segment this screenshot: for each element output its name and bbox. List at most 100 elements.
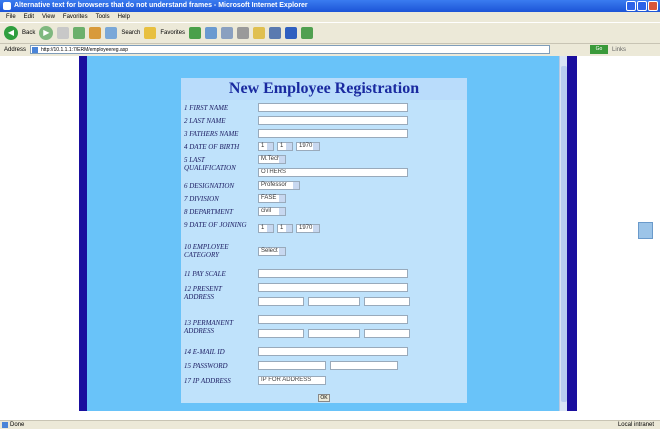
row-last-name-label: 2 LAST NAME	[184, 117, 226, 125]
designation-select[interactable]: Professor	[258, 181, 300, 190]
menu-file[interactable]: File	[6, 12, 16, 22]
row-number: 15	[184, 362, 191, 370]
row-number: 11	[184, 270, 191, 278]
row-label: FATHERS NAME	[189, 130, 239, 138]
doj-day-select[interactable]: 1	[258, 224, 274, 233]
department-select[interactable]: civil	[258, 207, 286, 216]
doj-year-select[interactable]: 1970	[296, 224, 320, 233]
row-label: EMPLOYEE CATEGORY	[184, 243, 229, 259]
row-label: LAST QUALIFICATION	[184, 156, 236, 172]
qualification-select[interactable]: M.Tech	[258, 155, 286, 164]
menu-help[interactable]: Help	[118, 12, 130, 22]
mail-icon[interactable]	[221, 26, 234, 39]
row-number: 3	[184, 130, 188, 138]
row-label: DATE OF JOINING	[189, 221, 247, 229]
messenger-icon[interactable]	[269, 26, 282, 39]
favorites-label[interactable]: Favorites	[160, 30, 185, 36]
search-icon[interactable]	[105, 26, 118, 39]
row-number: 10	[184, 243, 191, 251]
permanent-pin-input[interactable]	[364, 329, 410, 338]
status-text: Done	[10, 422, 25, 428]
menu-favorites[interactable]: Favorites	[63, 12, 88, 22]
sidebar-tab-icon[interactable]	[638, 222, 653, 239]
minimize-button[interactable]	[626, 1, 636, 11]
present-address-line1[interactable]	[258, 283, 408, 292]
last-name-input[interactable]	[258, 116, 408, 125]
row-label: FIRST NAME	[189, 104, 229, 112]
row-permanent-address-label: 13 PERMANENT ADDRESS	[184, 319, 252, 335]
frame-scrollbar[interactable]	[559, 56, 567, 411]
row-label: DATE OF BIRTH	[189, 143, 240, 151]
right-border-bar	[567, 56, 577, 411]
tools-icon[interactable]	[301, 26, 314, 39]
back-arrow-icon: ◀	[7, 28, 15, 37]
go-button[interactable]: Go	[590, 45, 609, 54]
permanent-state-input[interactable]	[308, 329, 360, 338]
stop-icon[interactable]	[57, 26, 70, 39]
present-city-input[interactable]	[258, 297, 304, 306]
history-icon[interactable]	[205, 26, 218, 39]
row-first-name-label: 1 FIRST NAME	[184, 104, 228, 112]
folder-icon[interactable]	[253, 26, 266, 39]
row-number: 14	[184, 348, 191, 356]
permanent-city-input[interactable]	[258, 329, 304, 338]
menu-tools[interactable]: Tools	[96, 12, 110, 22]
dob-year-select[interactable]: 1970	[296, 142, 320, 151]
row-number: 7	[184, 195, 188, 203]
row-password-label: 15 PASSWORD	[184, 362, 228, 370]
fathers-name-input[interactable]	[258, 129, 408, 138]
row-number: 6	[184, 182, 188, 190]
dob-month-select[interactable]: 1	[277, 142, 293, 151]
present-pin-input[interactable]	[364, 297, 410, 306]
first-name-input[interactable]	[258, 103, 408, 112]
division-select[interactable]: FASE	[258, 194, 286, 203]
row-number: 8	[184, 208, 188, 216]
email-input[interactable]	[258, 347, 408, 356]
search-label[interactable]: Search	[121, 30, 140, 36]
row-number: 9	[184, 221, 188, 229]
dob-day-select[interactable]: 1	[258, 142, 274, 151]
links-label[interactable]: Links	[612, 47, 626, 53]
status-bar: Done Local intranet	[0, 420, 660, 429]
print-icon[interactable]	[237, 26, 250, 39]
close-button[interactable]	[648, 1, 658, 11]
row-category-label: 10 EMPLOYEE CATEGORY	[184, 243, 256, 259]
pay-scale-input[interactable]	[258, 269, 408, 278]
present-state-input[interactable]	[308, 297, 360, 306]
menu-edit[interactable]: Edit	[24, 12, 34, 22]
row-label: E-MAIL ID	[192, 348, 225, 356]
row-label: PASSWORD	[192, 362, 228, 370]
back-button[interactable]: ◀	[4, 25, 18, 40]
qualification-other-input[interactable]: OTHERS	[258, 168, 408, 177]
media-icon[interactable]	[189, 26, 202, 39]
home-icon[interactable]	[89, 26, 102, 39]
password-input[interactable]	[258, 361, 326, 370]
bluetooth-icon[interactable]	[285, 26, 298, 39]
row-label: LAST NAME	[189, 117, 226, 125]
left-border-bar	[79, 56, 87, 411]
favorites-star-icon[interactable]	[144, 26, 157, 39]
submit-button[interactable]: OK	[318, 394, 330, 402]
row-label: IP ADDRESS	[192, 377, 231, 385]
permanent-address-line1[interactable]	[258, 315, 408, 324]
window-title: Alternative text for browsers that do no…	[14, 2, 308, 9]
row-qualification-label: 5 LAST QUALIFICATION	[184, 156, 252, 172]
menu-view[interactable]: View	[42, 12, 55, 22]
address-bar: Address http://10.1.1.1:7/ERM/employeere…	[0, 43, 660, 55]
row-number: 4	[184, 143, 188, 151]
toolbar: ◀ Back ▶ Search Favorites	[0, 22, 660, 42]
confirm-password-input[interactable]	[330, 361, 398, 370]
row-doj-label: 9 DATE OF JOINING	[184, 221, 252, 229]
ip-address-input[interactable]: IP FOR ADDRESS	[258, 376, 326, 385]
row-label: PERMANENT ADDRESS	[184, 319, 234, 335]
page-viewport: New Employee Registration 1 FIRST NAME 2…	[0, 56, 660, 420]
row-fathers-name-label: 3 FATHERS NAME	[184, 130, 238, 138]
refresh-icon[interactable]	[73, 26, 86, 39]
address-input[interactable]: http://10.1.1.1:7/ERM/employeereg.asp	[30, 45, 551, 54]
registration-form: New Employee Registration 1 FIRST NAME 2…	[181, 78, 467, 403]
forward-button[interactable]: ▶	[39, 25, 54, 40]
category-select[interactable]: Select	[258, 247, 286, 256]
maximize-button[interactable]	[637, 1, 647, 11]
doj-month-select[interactable]: 1	[277, 224, 293, 233]
row-label: DIVISION	[189, 195, 219, 203]
